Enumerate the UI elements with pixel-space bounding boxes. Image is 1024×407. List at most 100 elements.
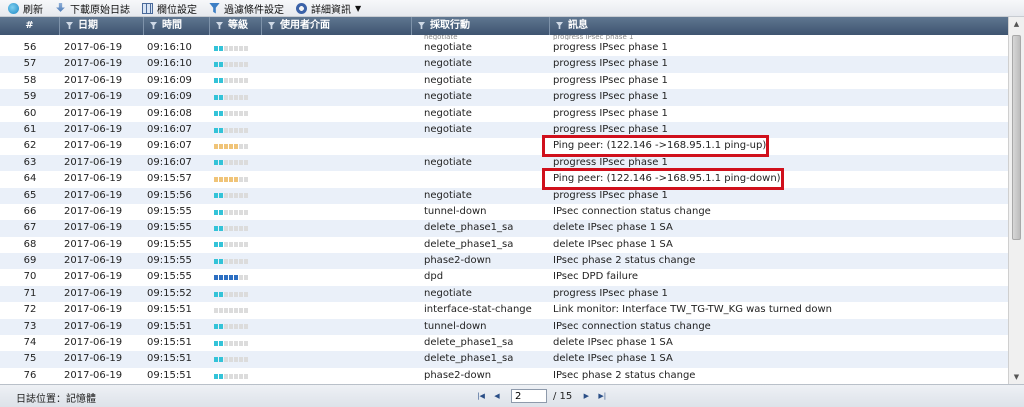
level-cell [210, 122, 262, 138]
download-raw-log-button[interactable]: 下載原始日誌 [55, 1, 130, 16]
user-interface-cell [262, 319, 412, 335]
table-row[interactable]: 62 2017-06-19 09:16:07 Ping peer: (122.146 … [0, 135, 1008, 158]
last-page-icon[interactable]: ▶| [596, 390, 608, 402]
row-number: 58 [23, 74, 37, 86]
details-dropdown-button[interactable]: 詳細資訊 ▼ [296, 1, 361, 16]
scroll-down-icon[interactable]: ▼ [1011, 372, 1022, 382]
level-segment [239, 160, 243, 166]
table-row[interactable]: 64 2017-06-19 09:15:57 Ping peer: (122.146 … [0, 168, 1008, 191]
action-cell: negotiate [424, 189, 472, 201]
message-text: delete IPsec phase 1 SA [553, 222, 673, 234]
level-segment [239, 291, 243, 297]
level-segment [234, 127, 238, 133]
table-row[interactable]: 75 2017-06-19 09:15:51 delete_phase1_sa dele… [0, 351, 1008, 368]
date-cell: 2017-06-19 [64, 287, 123, 299]
level-segment [219, 144, 223, 150]
table-row[interactable]: 57 2017-06-19 09:16:10 negotiate progress IP… [0, 56, 1008, 73]
message-text: progress IPsec phase 1 [553, 107, 668, 119]
level-segment [224, 307, 228, 313]
action-cell: negotiate [424, 107, 472, 119]
columns-label: 欄位設定 [157, 4, 197, 16]
date-cell: 2017-06-19 [64, 156, 123, 168]
level-segment [229, 291, 233, 297]
page-total: / 15 [553, 390, 573, 402]
column-settings-button[interactable]: 欄位設定 [142, 1, 197, 16]
level-segment [244, 111, 248, 117]
table-row[interactable]: 65 2017-06-19 09:15:56 negotiate progress IP… [0, 187, 1008, 204]
level-segment [234, 275, 238, 281]
level-segment [214, 45, 218, 51]
chevron-down-icon: ▼ [355, 3, 362, 13]
refresh-label: 刷新 [23, 4, 43, 16]
table-row[interactable]: 61 2017-06-19 09:16:07 negotiate progress IP… [0, 121, 1008, 139]
message-text: Ping peer: (122.146 ->168.95.1.1 ping-up… [553, 140, 767, 152]
level-segment [234, 242, 238, 248]
column-header-number[interactable]: # [0, 17, 60, 35]
column-header-level[interactable]: 等級 [210, 17, 262, 35]
table-row[interactable]: 63 2017-06-19 09:16:07 negotiate progress IP… [0, 154, 1008, 172]
message-cell: IPsec phase 2 status change [550, 253, 1008, 269]
level-segment [224, 275, 228, 281]
log-table: negotiate progress IPsec phase 1 56 2017-… [0, 35, 1008, 384]
scroll-up-icon[interactable]: ▲ [1011, 19, 1022, 29]
refresh-button[interactable]: 刷新 [8, 1, 43, 16]
column-header-message[interactable]: 訊息 [550, 17, 1008, 35]
message-cell: delete IPsec phase 1 SA [550, 351, 1008, 367]
table-row[interactable]: 70 2017-06-19 09:15:55 dpd IPsec DPD failure [0, 269, 1008, 285]
filter-settings-button[interactable]: 過濾條件設定 [209, 1, 284, 16]
table-row[interactable]: 76 2017-06-19 09:15:51 phase2-down IPsec pha… [0, 368, 1008, 384]
page-number-input[interactable] [511, 389, 547, 403]
table-row[interactable]: 56 2017-06-19 09:16:10 negotiate progress IP… [0, 40, 1008, 56]
status-bar: 日誌位置：記憶體 |◀ ◀ / 15 ▶ ▶| [0, 384, 1024, 407]
vertical-scrollbar[interactable]: ▲ ▼ [1008, 17, 1024, 384]
table-row[interactable]: 69 2017-06-19 09:15:55 phase2-down IPsec pha… [0, 253, 1008, 270]
action-cell: phase2-down [424, 369, 492, 381]
date-cell: 2017-06-19 [64, 91, 123, 103]
level-segment [219, 78, 223, 84]
level-segment [224, 45, 228, 51]
message-cell: progress IPsec phase 1 [550, 40, 1008, 56]
message-text: progress IPsec phase 1 [553, 58, 668, 70]
table-row[interactable]: 66 2017-06-19 09:15:55 tunnel-down IPsec con… [0, 204, 1008, 220]
download-label: 下載原始日誌 [70, 4, 130, 16]
table-row[interactable]: 74 2017-06-19 09:15:51 delete_phase1_sa dele… [0, 335, 1008, 351]
table-row[interactable]: 58 2017-06-19 09:16:09 negotiate progress IP… [0, 73, 1008, 89]
table-row[interactable]: 72 2017-06-19 09:15:51 interface-stat-chang… [0, 302, 1008, 318]
table-row[interactable]: 60 2017-06-19 09:16:08 negotiate progress IP… [0, 106, 1008, 122]
column-header-user-interface[interactable]: 使用者介面 [262, 17, 412, 35]
level-segment [239, 258, 243, 264]
severity-level-indicator [214, 193, 248, 199]
prev-page-icon[interactable]: ◀ [491, 390, 503, 402]
level-segment [214, 144, 218, 150]
level-segment [214, 324, 218, 330]
table-row[interactable]: 59 2017-06-19 09:16:09 negotiate progress IP… [0, 89, 1008, 106]
level-segment [219, 357, 223, 363]
filter-icon [150, 22, 157, 29]
time-cell: 09:16:09 [147, 74, 192, 86]
table-row[interactable]: 73 2017-06-19 09:15:51 tunnel-down IPsec con… [0, 318, 1008, 336]
column-header-time[interactable]: 時間 [144, 17, 210, 35]
time-cell: 09:16:07 [147, 140, 192, 152]
table-row[interactable]: 67 2017-06-19 09:15:55 delete_phase1_sa dele… [0, 220, 1008, 237]
date-cell: 2017-06-19 [64, 74, 123, 86]
table-row[interactable]: 71 2017-06-19 09:15:52 negotiate progress IP… [0, 285, 1008, 303]
toolbar: 刷新 下載原始日誌 欄位設定 過濾條件設定 詳細資訊 ▼ [0, 0, 1024, 17]
level-segment [239, 193, 243, 199]
severity-level-indicator [214, 78, 248, 84]
scrollbar-thumb[interactable] [1012, 35, 1021, 240]
level-segment [229, 78, 233, 84]
level-segment [244, 78, 248, 84]
column-header-date[interactable]: 日期 [60, 17, 144, 35]
action-cell: negotiate [424, 91, 472, 103]
message-cell: IPsec DPD failure [550, 269, 1008, 285]
level-segment [219, 45, 223, 51]
user-interface-cell [262, 40, 412, 56]
table-row[interactable]: 68 2017-06-19 09:15:55 delete_phase1_sa dele… [0, 237, 1008, 253]
message-cell: IPsec phase 2 status change [550, 368, 1008, 384]
action-cell: phase2-down [424, 255, 492, 267]
next-page-icon[interactable]: ▶ [580, 390, 592, 402]
column-header-action[interactable]: 採取行動 [412, 17, 550, 35]
user-interface-cell [262, 171, 412, 187]
first-page-icon[interactable]: |◀ [475, 390, 487, 402]
action-cell: delete_phase1_sa [424, 222, 514, 234]
